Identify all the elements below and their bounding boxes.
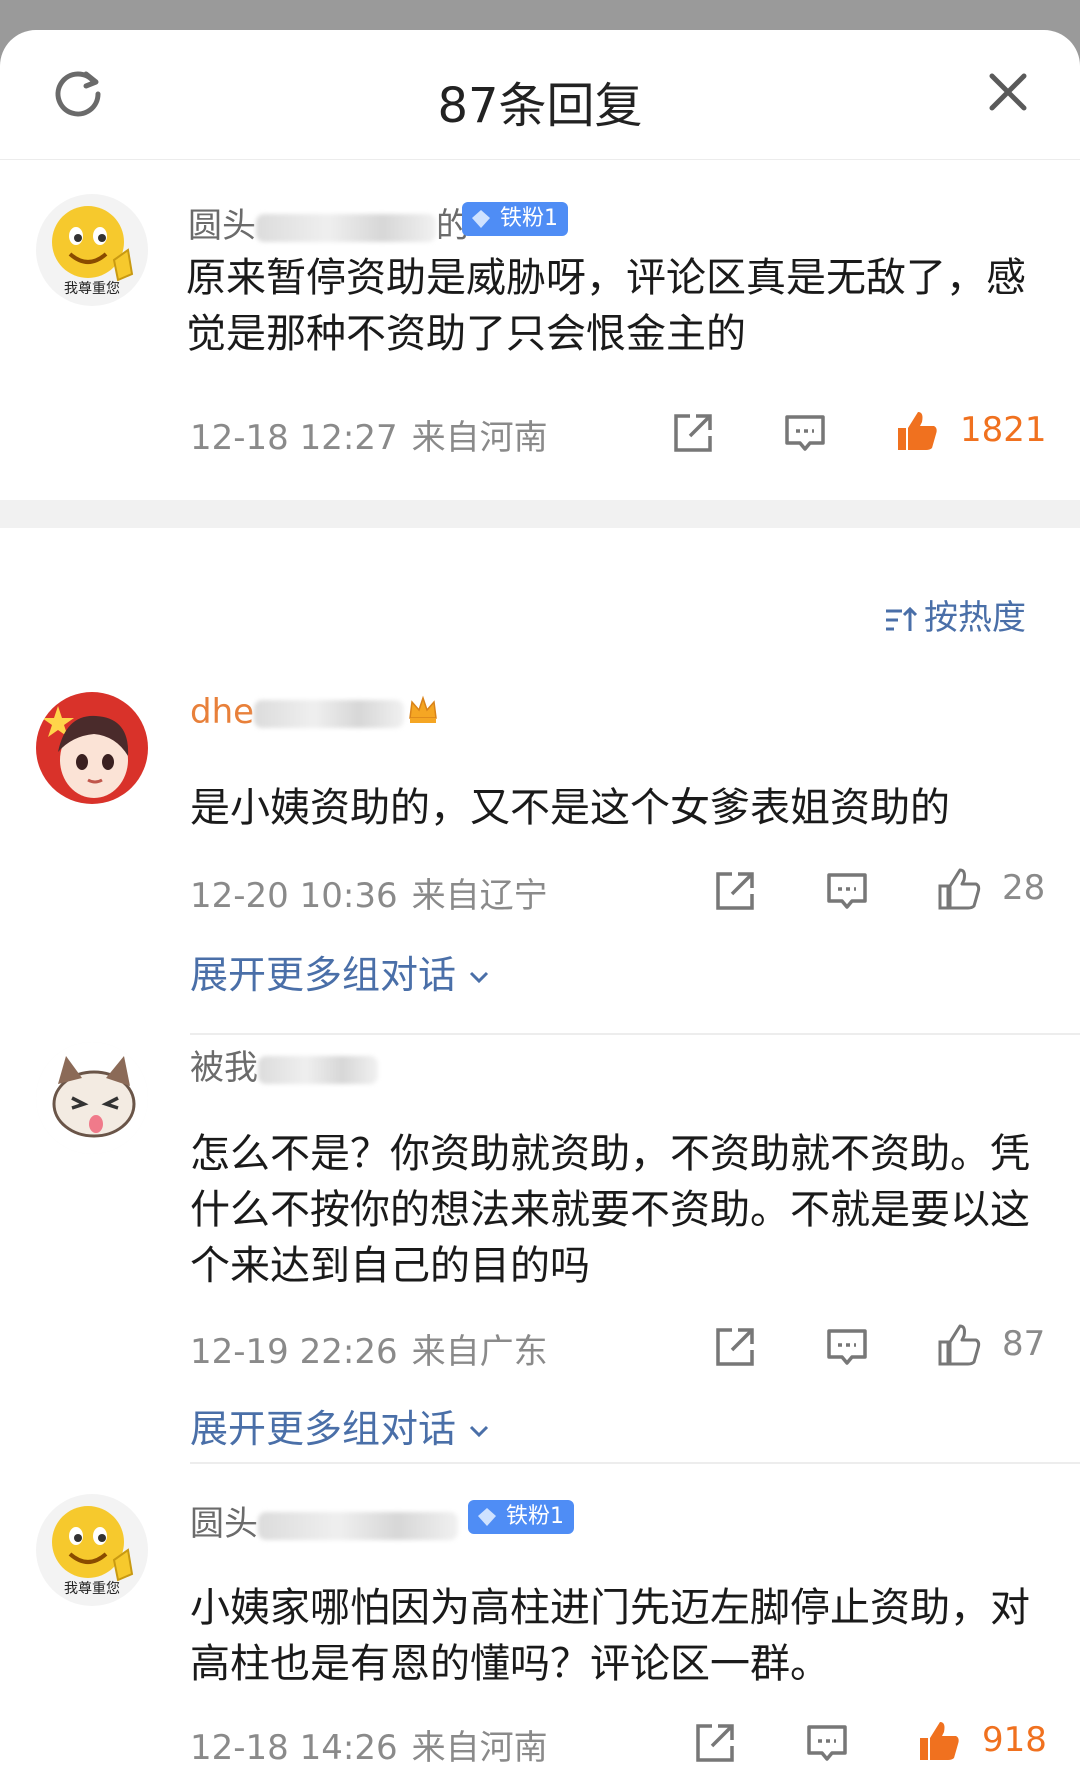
name-redaction bbox=[258, 1511, 458, 1540]
close-icon[interactable] bbox=[984, 68, 1032, 116]
page-title: 87条回复 bbox=[437, 78, 643, 134]
chevron-down-icon bbox=[470, 1425, 489, 1438]
avatar-caption: 我尊重您 bbox=[64, 1581, 120, 1597]
user-name[interactable]: 圆头 bbox=[190, 1496, 458, 1545]
divider bbox=[190, 1033, 1080, 1035]
name-redaction bbox=[254, 699, 405, 728]
like-count: 918 bbox=[982, 1720, 1047, 1760]
fan-badge: 铁粉1 bbox=[462, 202, 568, 236]
avatar[interactable] bbox=[36, 1042, 148, 1154]
location: 来自河南 bbox=[411, 1728, 548, 1768]
badge-label: 铁粉1 bbox=[506, 1504, 564, 1529]
comment-icon[interactable] bbox=[824, 868, 870, 914]
comment-meta: 12-19 22:26 来自广东 bbox=[190, 1324, 548, 1373]
avatar[interactable]: 我尊重您 bbox=[36, 1494, 148, 1606]
comment-icon[interactable] bbox=[804, 1720, 850, 1766]
sort-icon bbox=[886, 606, 918, 631]
name-redaction bbox=[258, 1055, 378, 1084]
name-redaction bbox=[256, 213, 436, 242]
share-icon[interactable] bbox=[712, 868, 758, 914]
location: 来自河南 bbox=[411, 418, 548, 458]
diamond-icon bbox=[478, 1508, 496, 1526]
thumbs-up-icon[interactable] bbox=[936, 1322, 982, 1368]
avatar[interactable] bbox=[36, 692, 148, 804]
like-count: 1821 bbox=[960, 410, 1047, 450]
thumbs-up-icon[interactable] bbox=[916, 1718, 962, 1764]
badge-label: 铁粉1 bbox=[500, 206, 558, 231]
avatar-caption: 我尊重您 bbox=[64, 281, 120, 297]
user-name[interactable]: 圆头的 bbox=[188, 198, 470, 247]
section-gap bbox=[0, 500, 1080, 528]
expand-conversation-link[interactable]: 展开更多组对话 bbox=[190, 1398, 490, 1453]
divider bbox=[190, 1462, 1080, 1464]
name-visible: 被我 bbox=[190, 1048, 258, 1088]
expand-label: 展开更多组对话 bbox=[190, 953, 457, 997]
crown-icon bbox=[409, 695, 437, 723]
share-icon[interactable] bbox=[712, 1324, 758, 1370]
girl-avatar-icon bbox=[36, 692, 148, 804]
name-visible: 圆头 bbox=[190, 1504, 258, 1544]
comment-meta: 12-18 12:27 来自河南 bbox=[190, 410, 548, 459]
expand-label: 展开更多组对话 bbox=[190, 1407, 457, 1451]
location: 来自广东 bbox=[411, 1332, 548, 1372]
timestamp: 12-18 14:26 bbox=[190, 1728, 398, 1768]
sort-toggle[interactable]: 按热度 bbox=[884, 590, 1026, 639]
diamond-icon bbox=[472, 210, 490, 228]
comment-meta: 12-20 10:36 来自辽宁 bbox=[190, 868, 548, 917]
thumbs-up-icon[interactable] bbox=[894, 408, 940, 454]
fan-badge: 铁粉1 bbox=[468, 1500, 574, 1534]
timestamp: 12-18 12:27 bbox=[190, 418, 398, 458]
sort-label: 按热度 bbox=[924, 598, 1026, 638]
timestamp: 12-19 22:26 bbox=[190, 1332, 398, 1372]
comment-text: 怎么不是？你资助就资助，不资助就不资助。凭什么不按你的想法来就要不资助。不就是要… bbox=[190, 1131, 1030, 1289]
location: 来自辽宁 bbox=[411, 876, 548, 916]
comment-icon[interactable] bbox=[824, 1324, 870, 1370]
expand-conversation-link[interactable]: 展开更多组对话 bbox=[190, 944, 490, 999]
like-count: 28 bbox=[1002, 868, 1046, 908]
chevron-down-icon bbox=[470, 971, 489, 984]
thumbs-up-icon[interactable] bbox=[936, 866, 982, 912]
timestamp: 12-20 10:36 bbox=[190, 876, 398, 916]
replies-sheet: 87条回复 我尊重您 圆头的 铁粉1 原来暂停资助是威胁呀，评论区真是无敌了，感… bbox=[0, 30, 1080, 1775]
user-name[interactable]: dhe bbox=[190, 692, 405, 732]
user-name[interactable]: 被我 bbox=[190, 1040, 378, 1089]
comment-meta: 12-18 14:26 来自河南 bbox=[190, 1720, 548, 1769]
name-visible: dhe bbox=[190, 692, 255, 732]
cat-avatar-icon bbox=[36, 1042, 148, 1154]
comment-icon[interactable] bbox=[782, 410, 828, 456]
comment-text: 小姨家哪怕因为高柱进门先迈左脚停止资助，对高柱也是有恩的懂吗？评论区一群。 bbox=[190, 1585, 1030, 1687]
root-comment: 我尊重您 圆头的 铁粉1 原来暂停资助是威胁呀，评论区真是无敌了，感觉是那种不资… bbox=[0, 160, 1080, 500]
name-visible: 圆头 bbox=[188, 206, 256, 246]
share-icon[interactable] bbox=[692, 1720, 738, 1766]
like-count: 87 bbox=[1002, 1324, 1046, 1364]
sheet-header: 87条回复 bbox=[0, 30, 1080, 160]
share-icon[interactable] bbox=[670, 410, 716, 456]
comment-text: 原来暂停资助是威胁呀，评论区真是无敌了，感觉是那种不资助了只会恨金主的 bbox=[186, 255, 1026, 357]
comment-text: 是小姨资助的，又不是这个女爹表姐资助的 bbox=[190, 785, 950, 831]
avatar[interactable]: 我尊重您 bbox=[36, 194, 148, 306]
